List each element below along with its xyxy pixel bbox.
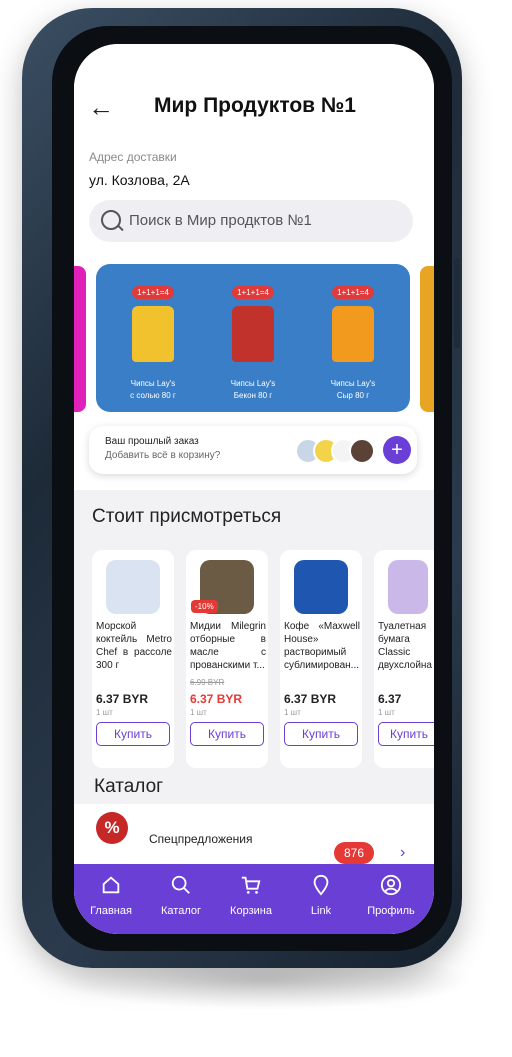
nav-item-profile[interactable]: Профиль: [356, 874, 426, 917]
product-unit: 1 шт: [284, 708, 301, 717]
plus-icon[interactable]: +: [383, 436, 411, 464]
product-unit: 1 шт: [190, 708, 207, 717]
catalog-title: Каталог: [94, 776, 164, 797]
product-price: 6.37 BYR: [284, 692, 337, 706]
promo-banner-next[interactable]: [420, 266, 434, 412]
search-placeholder: Поиск в Мир продктов №1: [129, 212, 312, 229]
buy-button[interactable]: Купить: [378, 722, 434, 746]
profile-icon: [380, 874, 402, 896]
home-icon: [102, 876, 120, 894]
promo-caption: Чипсы Lay's Бекон 80 г: [230, 379, 276, 400]
buy-button[interactable]: Купить: [96, 722, 170, 746]
promo-banner[interactable]: 1+1+1=4 Чипсы Lay's с солью 80 г 1+1+1=4 …: [96, 264, 410, 412]
cart-icon: [241, 876, 261, 894]
order-thumbnail: [349, 438, 375, 464]
product-name: Мидии Milegrin отборные в масле с прован…: [190, 621, 266, 671]
percent-icon: %: [96, 812, 128, 844]
catalog-count-badge: 876: [334, 842, 374, 864]
promo-badge: 1+1+1=4: [332, 286, 374, 299]
nav-item-link[interactable]: Link: [286, 874, 356, 917]
product-image: [294, 560, 348, 614]
product-card[interactable]: Кофе «Maxwell House» растворимый сублими…: [280, 550, 362, 768]
delivery-address-label: Адрес доставки: [89, 150, 177, 164]
side-button: [454, 258, 460, 348]
nav-item-home[interactable]: Главная: [76, 874, 146, 917]
last-order-card[interactable]: Ваш прошлый заказ Добавить всё в корзину…: [89, 426, 417, 474]
discount-badge: -10%: [191, 600, 218, 613]
recommended-title: Стоит присмотреться: [92, 506, 282, 527]
search-icon: [101, 210, 121, 230]
product-unit: 1 шт: [378, 708, 395, 717]
promo-item[interactable]: 1+1+1=4 Чипсы Lay's Сыр 80 г: [308, 282, 398, 402]
promo-item[interactable]: 1+1+1=4 Чипсы Lay's с солью 80 г: [108, 282, 198, 402]
app-header: ← Мир Продуктов №1: [74, 44, 434, 140]
product-name: Морской коктейль Metro Chef в рассоле 30…: [96, 621, 172, 671]
promo-badge: 1+1+1=4: [232, 286, 274, 299]
chevron-right-icon[interactable]: ›: [400, 844, 405, 862]
product-price: 6.37: [378, 692, 402, 706]
product-image: [388, 560, 428, 614]
delivery-address-value[interactable]: ул. Козлова, 2А: [89, 172, 190, 188]
product-price: 6.37 BYR: [190, 692, 243, 706]
product-old-price: 6.99 BYR: [190, 678, 225, 687]
buy-button[interactable]: Купить: [284, 722, 358, 746]
promo-banner-prev[interactable]: [74, 266, 86, 412]
product-price: 6.37 BYR: [96, 692, 149, 706]
product-unit: 1 шт: [96, 708, 113, 717]
app-screen: ← Мир Продуктов №1 Адрес доставки ул. Ко…: [74, 44, 434, 934]
page-title: Мир Продуктов №1: [154, 94, 356, 117]
search-icon: [171, 875, 190, 894]
chips-image: [332, 306, 374, 362]
last-order-subtitle: Добавить всё в корзину?: [105, 450, 221, 461]
product-card[interactable]: -10% Мидии Milegrin отборные в масле с п…: [186, 550, 268, 768]
promo-caption: Чипсы Lay's Сыр 80 г: [330, 379, 376, 400]
nav-item-catalog[interactable]: Каталог: [146, 874, 216, 917]
search-bar[interactable]: Поиск в Мир продктов №1: [89, 200, 413, 242]
link-icon: [313, 874, 329, 896]
promo-badge: 1+1+1=4: [132, 286, 174, 299]
chips-image: [232, 306, 274, 362]
buy-button[interactable]: Купить: [190, 722, 264, 746]
arrow-left-icon[interactable]: ←: [88, 94, 114, 120]
chips-image: [132, 306, 174, 362]
product-card[interactable]: Туалетная бумага Classic двухслойная 6.3…: [374, 550, 434, 768]
product-card[interactable]: Морской коктейль Metro Chef в рассоле 30…: [92, 550, 174, 768]
phone-frame: ← Мир Продуктов №1 Адрес доставки ул. Ко…: [22, 8, 462, 968]
last-order-title: Ваш прошлый заказ: [105, 436, 199, 447]
promo-item[interactable]: 1+1+1=4 Чипсы Lay's Бекон 80 г: [208, 282, 298, 402]
product-image: [106, 560, 160, 614]
catalog-item-label: Спецпредложения: [149, 832, 253, 846]
product-name: Кофе «Maxwell House» растворимый сублими…: [284, 621, 360, 671]
product-name: Туалетная бумага Classic двухслойная: [378, 621, 432, 671]
promo-caption: Чипсы Lay's с солью 80 г: [130, 379, 176, 400]
nav-item-cart[interactable]: Корзина: [216, 874, 286, 917]
bottom-navigation: Главная Каталог Корзина Link Профиль: [74, 864, 434, 934]
